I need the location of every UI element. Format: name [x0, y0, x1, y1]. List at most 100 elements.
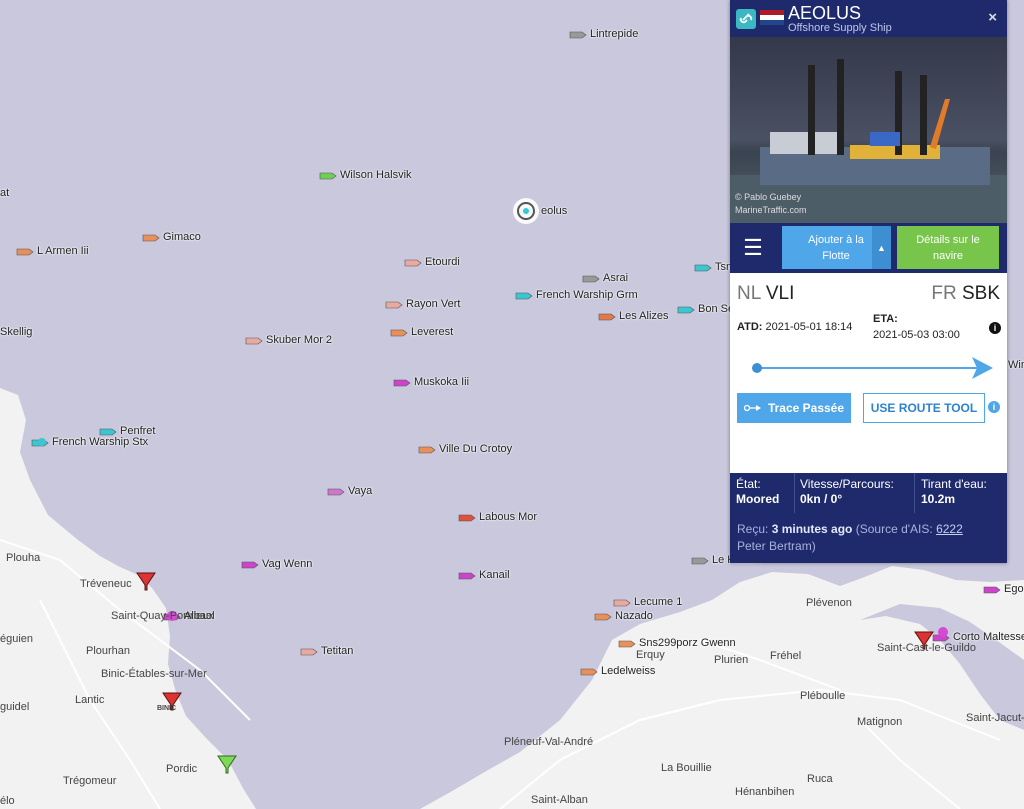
- ship-icon[interactable]: [418, 446, 436, 454]
- ship-icon[interactable]: [99, 428, 117, 436]
- vessel-name: AEOLUS: [788, 3, 862, 23]
- ship-label[interactable]: Ego: [1004, 583, 1024, 595]
- place-label: Plurien: [714, 654, 749, 666]
- ship-icon[interactable]: [245, 337, 263, 345]
- photo-source: MarineTraffic.com: [735, 205, 807, 215]
- ship-label[interactable]: Asrai: [603, 272, 628, 284]
- netherlands-flag-icon: [760, 10, 784, 25]
- info-icon[interactable]: i: [988, 401, 1000, 413]
- ship-label[interactable]: Leverest: [411, 326, 453, 338]
- ship-label[interactable]: Skellig: [0, 326, 32, 338]
- place-label: Saint-Quay-Portrieux: [111, 610, 214, 622]
- ship-icon[interactable]: [618, 640, 636, 648]
- ship-icon[interactable]: [458, 572, 476, 580]
- ship-icon[interactable]: [983, 586, 1001, 594]
- ship-label[interactable]: Skuber Mor 2: [266, 334, 332, 346]
- ship-icon[interactable]: [393, 379, 411, 387]
- eta-value: 2021-05-03 03:00: [873, 329, 960, 341]
- vessel-panel: AEOLUS Offshore Supply Ship × © Pablo Gu…: [730, 0, 1007, 563]
- ship-icon[interactable]: [694, 264, 712, 272]
- place-label: Binic-Étables-sur-Mer: [101, 668, 207, 680]
- menu-icon[interactable]: ☰: [740, 235, 766, 261]
- route-tool-button[interactable]: USE ROUTE TOOL: [863, 393, 985, 423]
- draught: Tirant d'eau: 10.2m: [921, 477, 987, 506]
- eta-label: ETA:: [873, 313, 898, 325]
- ship-label[interactable]: Rayon Vert: [406, 298, 460, 310]
- place-label: guidel: [0, 701, 30, 713]
- ship-icon[interactable]: [582, 275, 600, 283]
- place-label: Pordic: [166, 763, 198, 775]
- ship-icon[interactable]: [241, 561, 259, 569]
- place-label: La Bouillie: [661, 762, 712, 774]
- ship-label[interactable]: Lecume 1: [634, 596, 682, 608]
- ship-label[interactable]: Muskoka Iii: [414, 376, 469, 388]
- ship-icon[interactable]: [515, 292, 533, 300]
- place-label: Plévenon: [806, 597, 852, 609]
- place-label: Plourhan: [86, 645, 131, 657]
- ship-icon[interactable]: [319, 172, 337, 180]
- ship-icon[interactable]: [613, 599, 631, 607]
- action-bar: ☰ Ajouter à la Flotte ▲ Détails sur le nav…: [730, 223, 1007, 273]
- info-icon[interactable]: i: [989, 322, 1001, 334]
- voyage-progress: [752, 357, 993, 379]
- ship-label[interactable]: eolus: [541, 205, 567, 217]
- ship-icon[interactable]: [390, 329, 408, 337]
- ship-icon[interactable]: [594, 613, 612, 621]
- ship-label[interactable]: Bon Se: [698, 303, 734, 315]
- cyan-dot-icon: [38, 438, 46, 446]
- ship-icon[interactable]: [300, 648, 318, 656]
- ship-label[interactable]: Sns299porz Gwenn: [639, 637, 736, 649]
- place-label: Erquy: [636, 649, 665, 661]
- ship-label[interactable]: Lintrepide: [590, 28, 638, 40]
- past-track-button[interactable]: Trace Passée: [737, 393, 851, 423]
- ais-source-link[interactable]: 6222: [936, 522, 963, 536]
- ship-label[interactable]: Wilson Halsvik: [340, 169, 412, 181]
- ship-label[interactable]: Nazado: [615, 610, 653, 622]
- ship-label[interactable]: Etourdi: [425, 256, 460, 268]
- ship-label[interactable]: Gimaco: [163, 231, 201, 243]
- place-label: Plouha: [6, 552, 41, 564]
- ship-icon[interactable]: [327, 488, 345, 496]
- ship-icon[interactable]: [677, 306, 695, 314]
- selected-ship-target-icon[interactable]: [513, 198, 539, 224]
- ship-label[interactable]: L Armen Iii: [37, 245, 89, 257]
- ship-icon[interactable]: [598, 313, 616, 321]
- ship-icon[interactable]: [569, 31, 587, 39]
- place-label: Pléneuf-Val-André: [504, 736, 594, 748]
- ship-label[interactable]: at: [0, 187, 9, 199]
- ship-icon[interactable]: [404, 259, 422, 267]
- ship-label[interactable]: Labous Mor: [479, 511, 537, 523]
- ship-label[interactable]: French Warship Stx: [52, 436, 148, 448]
- photo-credit: © Pablo Guebey: [735, 192, 802, 202]
- ship-icon[interactable]: [691, 557, 709, 565]
- link-icon[interactable]: [736, 9, 756, 29]
- vessel-photo[interactable]: © Pablo Guebey MarineTraffic.com: [730, 37, 1007, 223]
- ship-label[interactable]: Tetitan: [321, 645, 353, 657]
- vessel-details-button[interactable]: Détails sur le navire: [897, 226, 999, 269]
- ship-icon[interactable]: [142, 234, 160, 242]
- ship-label[interactable]: Ville Du Crotoy: [439, 443, 512, 455]
- ship-icon[interactable]: [385, 301, 403, 309]
- ship-label[interactable]: Ledelweiss: [601, 665, 655, 677]
- ship-icon[interactable]: [16, 248, 34, 256]
- destination-port[interactable]: FR SBK: [931, 283, 1000, 305]
- close-icon[interactable]: ×: [988, 9, 997, 26]
- status: État: Moored: [736, 477, 780, 506]
- ship-label[interactable]: Les Alizes: [619, 310, 669, 322]
- fleet-dropdown-caret-icon[interactable]: ▲: [872, 226, 891, 269]
- atd: ATD: 2021-05-01 18:14: [737, 321, 853, 333]
- place-label: Saint-Cast-le-Guildo: [877, 642, 977, 654]
- ship-icon[interactable]: [458, 514, 476, 522]
- ship-icon[interactable]: [580, 668, 598, 676]
- pink-dot-icon: [938, 627, 948, 637]
- place-label: Saint-Jacut-: [966, 712, 1024, 724]
- place-label: Lantic: [75, 694, 105, 706]
- ship-label[interactable]: French Warship Grm: [536, 289, 638, 301]
- vessel-stats: État: Moored Vitesse/Parcours: 0kn / 0° Ti…: [730, 473, 1007, 563]
- origin-port[interactable]: NL VLI: [737, 283, 794, 305]
- ship-label[interactable]: Kanail: [479, 569, 510, 581]
- ship-label[interactable]: Vag Wenn: [262, 558, 312, 570]
- ship-label[interactable]: Win: [1008, 359, 1024, 371]
- ship-label[interactable]: Vaya: [348, 485, 372, 497]
- place-label: élo: [0, 795, 15, 807]
